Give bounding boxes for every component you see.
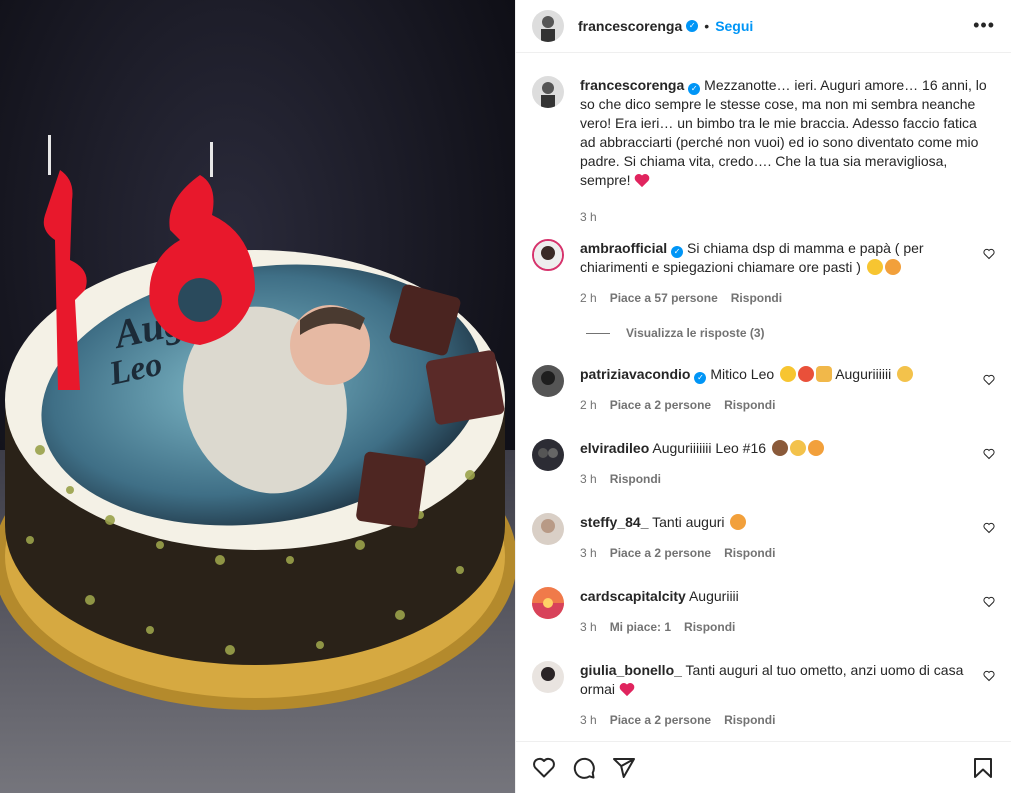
- caption-time[interactable]: 3 h: [580, 210, 597, 224]
- commenter-avatar[interactable]: [532, 439, 564, 471]
- reply-button[interactable]: Rispondi: [684, 620, 735, 634]
- waving-hand-emoji: [816, 366, 833, 382]
- post-panel: francescorenga ✓ • Segui ••• francescore…: [515, 0, 1011, 793]
- comment-likes[interactable]: Piace a 2 persone: [610, 713, 711, 727]
- view-replies-button[interactable]: Visualizza le risposte (3): [586, 326, 765, 340]
- caption-username[interactable]: francescorenga: [580, 77, 684, 93]
- kissing-emoji: [798, 366, 815, 382]
- comment-item: elviradileo Auguriiiiiii Leo #16 3 h Ris…: [532, 439, 995, 486]
- reply-button[interactable]: Rispondi: [731, 291, 782, 305]
- heart-eyes-emoji: [884, 259, 901, 275]
- verified-icon: ✓: [686, 20, 699, 32]
- cake-emoji: [771, 440, 788, 456]
- comment-text: Mitico Leo: [710, 366, 775, 382]
- comment-icon[interactable]: [572, 756, 596, 780]
- comment-time[interactable]: 3 h: [580, 546, 597, 560]
- star-eyes-emoji: [730, 514, 747, 530]
- party-face-emoji: [789, 440, 806, 456]
- reply-button[interactable]: Rispondi: [724, 546, 775, 560]
- comment-time[interactable]: 3 h: [580, 620, 597, 634]
- comments-list[interactable]: francescorenga ✓ Mezzanotte… ieri. Auguri…: [516, 53, 1011, 741]
- reply-button[interactable]: Rispondi: [724, 713, 775, 727]
- commenter-username[interactable]: ambraofficial: [580, 240, 667, 256]
- comment-likes[interactable]: Mi piace: 1: [610, 620, 671, 634]
- bookmark-icon[interactable]: [971, 756, 995, 780]
- commenter-username[interactable]: giulia_bonello_: [580, 662, 682, 678]
- red-heart-emoji: [635, 174, 650, 188]
- laughing-emoji: [780, 366, 797, 382]
- replies-divider: [586, 332, 610, 334]
- author-avatar[interactable]: [532, 10, 564, 42]
- comment-likes[interactable]: Piace a 2 persone: [610, 398, 711, 412]
- comment-likes[interactable]: Piace a 2 persone: [610, 546, 711, 560]
- commenter-username[interactable]: cardscapitalcity: [580, 588, 686, 604]
- follow-button[interactable]: Segui: [715, 18, 753, 34]
- comment-item: steffy_84_ Tanti auguri 3 h Piace a 2 pe…: [532, 513, 995, 560]
- red-heart-emoji: [619, 683, 635, 697]
- commenter-username[interactable]: elviradileo: [580, 440, 649, 456]
- like-comment-icon[interactable]: [983, 670, 995, 682]
- comment-item: giulia_bonello_ Tanti auguri al tuo omet…: [532, 661, 995, 727]
- comment-time[interactable]: 2 h: [580, 291, 597, 305]
- comment-text: Auguriiii: [688, 588, 739, 604]
- caption-text: Mezzanotte… ieri. Auguri amore… 16 anni,…: [580, 77, 987, 188]
- birthday-cake-photo: Auguri Leo: [0, 0, 515, 793]
- commenter-username[interactable]: patriziavacondio: [580, 366, 690, 382]
- like-comment-icon[interactable]: [983, 248, 995, 260]
- view-replies-label: Visualizza le risposte (3): [626, 326, 765, 340]
- comment-item: cardscapitalcity Auguriiii 3 h Mi piace:…: [532, 587, 995, 634]
- like-comment-icon[interactable]: [983, 374, 995, 386]
- verified-icon: ✓: [688, 83, 701, 95]
- post-actions-bar: [516, 741, 1011, 793]
- comment-time[interactable]: 3 h: [580, 713, 597, 727]
- comment-text: Auguriiiiiii Leo #16: [652, 440, 767, 456]
- commenter-avatar[interactable]: [532, 239, 564, 271]
- reply-button[interactable]: Rispondi: [610, 472, 661, 486]
- verified-icon: ✓: [671, 246, 684, 258]
- comment-item: ambraofficial ✓ Si chiama dsp di mamma e …: [532, 239, 995, 305]
- like-comment-icon[interactable]: [983, 596, 995, 608]
- like-comment-icon[interactable]: [983, 448, 995, 460]
- caption-avatar[interactable]: [532, 76, 564, 108]
- more-options-icon[interactable]: •••: [973, 16, 995, 34]
- heart-icon[interactable]: [532, 756, 556, 780]
- post-media-photo[interactable]: Auguri Leo: [0, 0, 515, 793]
- verified-icon: ✓: [694, 372, 707, 384]
- separator-dot: •: [704, 18, 710, 34]
- commenter-username[interactable]: steffy_84_: [580, 514, 649, 530]
- smiling-hearts-emoji: [807, 440, 824, 456]
- comment-item: patriziavacondio ✓ Mitico Leo Auguriiiiii…: [532, 365, 995, 412]
- comment-time[interactable]: 2 h: [580, 398, 597, 412]
- reply-button[interactable]: Rispondi: [724, 398, 775, 412]
- like-comment-icon[interactable]: [983, 522, 995, 534]
- commenter-avatar[interactable]: [532, 513, 564, 545]
- laughing-emoji: [866, 259, 883, 275]
- author-username[interactable]: francescorenga: [578, 18, 682, 34]
- share-icon[interactable]: [612, 756, 636, 780]
- commenter-avatar[interactable]: [532, 661, 564, 693]
- commenter-avatar[interactable]: [532, 587, 564, 619]
- caption: francescorenga ✓ Mezzanotte… ieri. Auguri…: [532, 76, 995, 224]
- comment-text-2: Auguriiiiii: [835, 366, 892, 382]
- party-face-emoji: [897, 366, 914, 382]
- comment-text: Tanti auguri: [652, 514, 725, 530]
- commenter-avatar[interactable]: [532, 365, 564, 397]
- post-header: francescorenga ✓ • Segui •••: [516, 0, 1011, 53]
- comment-likes[interactable]: Piace a 57 persone: [610, 291, 718, 305]
- comment-time[interactable]: 3 h: [580, 472, 597, 486]
